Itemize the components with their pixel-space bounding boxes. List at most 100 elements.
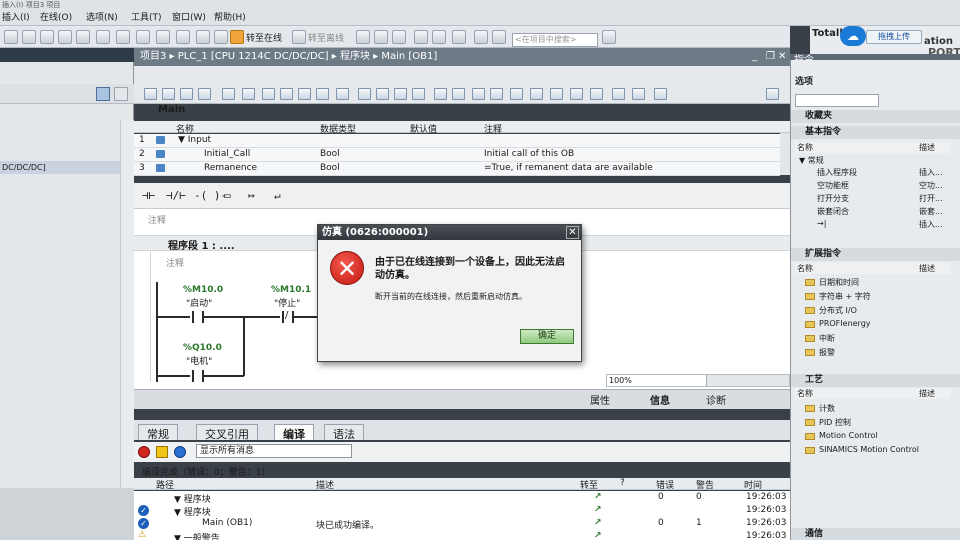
snapshot-values-icon[interactable] — [590, 88, 603, 100]
folder-item[interactable]: PID 控制 — [805, 417, 960, 428]
favorites-icon[interactable] — [316, 88, 329, 100]
maximize-icon[interactable] — [474, 30, 488, 44]
contact-symbol[interactable]: "电机" — [186, 354, 212, 367]
ext-section[interactable]: 扩展指令 — [791, 248, 960, 261]
nc-contact-icon[interactable]: ⊣/⊢ — [166, 189, 186, 202]
compare-icon[interactable] — [612, 88, 625, 100]
compile-icon[interactable] — [116, 30, 130, 44]
close-branch-icon[interactable]: ↵ — [274, 189, 281, 202]
breakpoint-icon[interactable] — [472, 88, 485, 100]
instruction-item[interactable]: 打开分支 打开... — [817, 193, 960, 204]
param-name[interactable]: Remanence — [204, 163, 257, 173]
go-prev-error-icon[interactable] — [376, 88, 389, 100]
restore-icon[interactable] — [492, 30, 506, 44]
contact-symbol[interactable]: "启动" — [186, 296, 212, 309]
instruction-search-input[interactable] — [795, 94, 879, 107]
save-icon[interactable] — [40, 30, 54, 44]
tech-section[interactable]: 工艺 — [791, 374, 960, 387]
menu-online[interactable]: 在线(O) — [40, 10, 72, 23]
contact-address[interactable]: %Q10.0 — [183, 343, 222, 353]
tree-view-icon[interactable] — [96, 87, 110, 101]
tab-compile[interactable]: 编译 — [274, 424, 314, 441]
message-row[interactable]: ⚠ ▼ 一般警告 ↗ 19:26:03 — [134, 530, 790, 540]
delete-icon[interactable] — [58, 30, 72, 44]
simulation-icon[interactable] — [176, 30, 190, 44]
param-comment[interactable]: =True, if remanent data are available — [484, 163, 653, 173]
folder-item[interactable]: 日期和时间 — [805, 277, 960, 288]
tab-syntax[interactable]: 语法 — [324, 424, 364, 441]
folder-item[interactable]: 报警 — [805, 347, 960, 358]
instruction-item[interactable]: 插入程序段 插入... — [817, 167, 960, 178]
instruction-item[interactable]: ▼ 常规 — [799, 155, 959, 166]
message-row[interactable]: ▼ 程序块 ↗ 0 0 19:26:03 — [134, 491, 790, 505]
cross-ref-icon[interactable] — [374, 30, 388, 44]
project-search-input[interactable]: <在项目中搜索> — [512, 33, 598, 47]
drag-upload-button[interactable]: 拖拽上传 — [866, 30, 922, 44]
accessible-devices-icon[interactable] — [356, 30, 370, 44]
param-type[interactable]: Bool — [320, 149, 340, 159]
param-comment[interactable]: Initial call of this OB — [484, 149, 574, 159]
folder-item[interactable]: 计数 — [805, 403, 960, 414]
network-comment[interactable]: 注释 — [166, 256, 184, 269]
close-editor-icon[interactable]: ✕ — [778, 48, 790, 66]
open-branch-icon[interactable]: ↦ — [248, 189, 255, 202]
instruction-item[interactable]: →| 插入... — [817, 219, 960, 230]
comments-icon[interactable] — [336, 88, 349, 100]
minimize-editor-icon[interactable]: _ — [752, 48, 764, 66]
menu-window[interactable]: 窗口(W) — [172, 10, 206, 23]
folder-item[interactable]: PROFIenergy — [805, 319, 960, 330]
insert-network-icon[interactable] — [144, 88, 157, 100]
goto-arrow-icon[interactable]: ↗ — [594, 505, 602, 515]
go-offline-icon[interactable] — [292, 30, 306, 44]
split-vertical-icon[interactable] — [452, 30, 466, 44]
message-row[interactable]: ✓ ▼ 程序块 ↗ 19:26:03 — [134, 504, 790, 518]
insert-row-icon[interactable] — [180, 88, 193, 100]
warning-filter-icon[interactable] — [156, 446, 168, 458]
absolute-operands-icon[interactable] — [298, 88, 311, 100]
favorites-section[interactable]: 收藏夹 — [791, 110, 960, 123]
basic-section[interactable]: 基本指令 — [791, 126, 960, 139]
new-project-icon[interactable] — [4, 30, 18, 44]
goto-arrow-icon[interactable]: ↗ — [594, 492, 602, 502]
error-filter-icon[interactable] — [138, 446, 150, 458]
go-online-button[interactable]: 转至在线 — [246, 31, 282, 44]
empty-box-icon[interactable]: ▭ — [224, 189, 231, 202]
instruction-item[interactable]: 嵌套闭合 嵌套... — [817, 206, 960, 217]
monitoring-on-icon[interactable] — [510, 88, 523, 100]
param-name[interactable]: ▼ Input — [178, 135, 211, 145]
interface-row[interactable]: 1 ▼ Input — [134, 134, 780, 148]
param-name[interactable]: Initial_Call — [204, 149, 250, 159]
edit-icon[interactable] — [412, 88, 425, 100]
tree-scrollbar[interactable] — [120, 120, 134, 540]
contact-symbol[interactable]: "停止" — [274, 296, 300, 309]
goto-arrow-icon[interactable]: ↗ — [594, 518, 602, 528]
info-filter-icon[interactable] — [174, 446, 186, 458]
param-type[interactable]: Bool — [320, 163, 340, 173]
load-start-values-icon[interactable] — [570, 88, 583, 100]
close-all-networks-icon[interactable] — [280, 88, 293, 100]
folder-item[interactable]: Motion Control — [805, 431, 960, 442]
go-next-error-icon[interactable] — [358, 88, 371, 100]
interface-row[interactable]: 3 Remanence Bool =True, if remanent data… — [134, 162, 780, 176]
add-row-icon[interactable] — [198, 88, 211, 100]
cloud-icon[interactable]: ☁ — [840, 26, 866, 46]
snapshot-icon[interactable] — [490, 88, 503, 100]
menu-insert[interactable]: 插入(I) — [2, 10, 30, 23]
tree-options-icon[interactable] — [114, 87, 128, 101]
folder-item[interactable]: 中断 — [805, 333, 960, 344]
refresh-icon[interactable] — [550, 88, 563, 100]
zoom-select[interactable]: 100% — [607, 375, 707, 386]
undo-icon[interactable] — [76, 30, 90, 44]
tab-diagnostics[interactable]: 诊断 — [702, 392, 730, 407]
menu-tools[interactable]: 工具(T) — [131, 10, 162, 23]
redo-icon[interactable] — [96, 30, 110, 44]
tab-properties[interactable]: 属性 — [586, 392, 614, 407]
monitor-icon[interactable] — [434, 88, 447, 100]
interface-row[interactable]: 2 Initial_Call Bool Initial call of this… — [134, 148, 780, 162]
comm-section[interactable]: 通信 — [791, 528, 960, 540]
upload-icon[interactable] — [156, 30, 170, 44]
menu-options[interactable]: 选项(N) — [86, 10, 118, 23]
restore-editor-icon[interactable]: ❐ — [766, 48, 778, 66]
block-comment[interactable]: 注释 — [148, 213, 166, 226]
watch-icon[interactable] — [392, 30, 406, 44]
